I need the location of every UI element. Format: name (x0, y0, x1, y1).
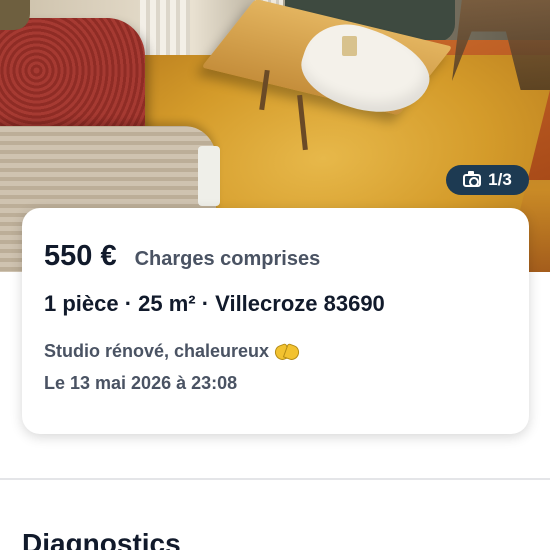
diagnostics-heading: Diagnostics (22, 528, 181, 550)
photo-counter-badge[interactable]: 1/3 (446, 165, 529, 195)
listing-date: Le 13 mai 2026 à 23:08 (44, 373, 238, 393)
listing-summary-card: 550 € Charges comprises 1 pièce · 25 m² … (22, 208, 529, 434)
photo-candle (342, 36, 357, 56)
price: 550 € (44, 240, 117, 272)
price-row: 550 € Charges comprises (44, 240, 507, 273)
heart-hands-icon (275, 345, 299, 359)
listing-specs: 1 pièce · 25 m² · Villecroze 83690 (44, 291, 385, 316)
listing-title-row: Studio rénové, chaleureux (44, 341, 507, 362)
photo-armrest (198, 146, 220, 206)
charges-label: Charges comprises (134, 248, 321, 270)
photo-curtain (140, 0, 190, 62)
listing-title: Studio rénové, chaleureux (44, 341, 270, 361)
camera-icon (463, 170, 482, 187)
section-divider (0, 478, 550, 480)
photo-counter-label: 1/3 (488, 170, 512, 189)
